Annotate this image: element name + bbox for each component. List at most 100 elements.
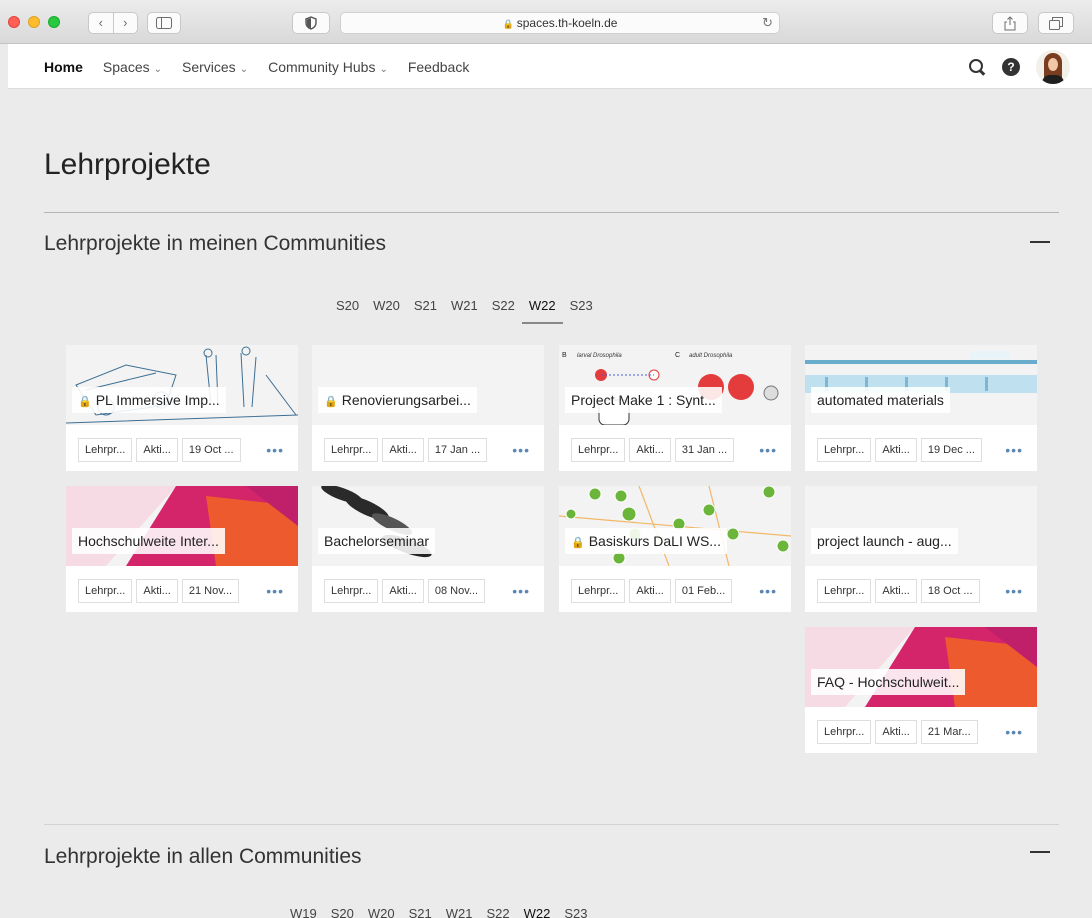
nav-feedback[interactable]: Feedback: [408, 59, 469, 75]
nav-spaces[interactable]: Spaces ⌄: [103, 59, 162, 75]
nav-services[interactable]: Services ⌄: [182, 59, 248, 75]
diagram-image: Blarval Drosophila Cadult Drosophila: [562, 352, 779, 425]
address-bar[interactable]: 🔒 spaces.th-koeln.de ↻: [340, 12, 780, 34]
card-title-text: Hochschulweite Inter...: [78, 533, 219, 549]
tab-s22[interactable]: S22: [485, 298, 522, 324]
back-button[interactable]: ‹: [89, 13, 113, 33]
card-title-text: PL Immersive Imp...: [95, 392, 220, 408]
tab-s20[interactable]: S20: [329, 298, 366, 324]
card-tag-date: 08 Nov...: [427, 579, 486, 603]
figure-caption-adult: adult Drosophila: [689, 353, 733, 359]
more-options-icon[interactable]: •••: [512, 584, 530, 598]
card-tag-status: Akti...: [875, 720, 917, 744]
card-title[interactable]: 🔒 PL Immersive Imp...: [72, 387, 226, 413]
card-title[interactable]: automated materials: [811, 387, 950, 413]
tab-w22[interactable]: W22: [517, 906, 558, 918]
more-options-icon[interactable]: •••: [512, 443, 530, 457]
minimize-window-button[interactable]: [28, 16, 40, 28]
more-options-icon[interactable]: •••: [1005, 584, 1023, 598]
tab-w19[interactable]: W19: [283, 906, 324, 918]
tab-overview-button[interactable]: [1038, 12, 1074, 34]
collapse-icon[interactable]: [1030, 851, 1050, 853]
card-tags: Lehrpr... Akti... 08 Nov...: [324, 579, 486, 603]
help-icon[interactable]: ?: [1002, 57, 1020, 76]
reload-icon[interactable]: ↻: [762, 13, 773, 33]
tab-w21[interactable]: W21: [444, 298, 485, 324]
more-options-icon[interactable]: •••: [266, 584, 284, 598]
card-tag-date: 18 Oct ...: [920, 579, 980, 603]
card-title-text: Basiskurs DaLI WS...: [588, 533, 721, 549]
card-title-text: Renovierungsarbei...: [341, 392, 471, 408]
window-controls: [8, 16, 60, 28]
card-title[interactable]: Bachelorseminar: [318, 528, 436, 554]
card-tag-date: 31 Jan ...: [674, 438, 735, 462]
card-thumbnail: [312, 486, 544, 566]
project-card[interactable]: Hochschulweite Inter... Lehrpr... Akti... 2…: [66, 486, 298, 612]
project-card[interactable]: 🔒 PL Immersive Imp... Lehrpr... Akti... 19 O…: [66, 345, 298, 471]
card-tag-type: Lehrpr...: [78, 579, 133, 603]
share-button[interactable]: [992, 12, 1028, 34]
project-card[interactable]: 🔒 Renovierungsarbei... Lehrpr... Akti... 17 …: [312, 345, 544, 471]
card-title[interactable]: 🔒 Basiskurs DaLI WS...: [565, 528, 727, 554]
project-card[interactable]: project launch - aug... Lehrpr... Akti... 1…: [805, 486, 1037, 612]
nav-home[interactable]: Home: [44, 59, 83, 75]
tab-s21[interactable]: S21: [407, 298, 444, 324]
card-tags: Lehrpr... Akti... 18 Oct ...: [817, 579, 980, 603]
privacy-report-button[interactable]: [292, 12, 330, 34]
close-window-button[interactable]: [8, 16, 20, 28]
card-title[interactable]: FAQ - Hochschulweit...: [811, 669, 966, 695]
browser-toolbar: ‹ › 🔒 spaces.th-koeln.de ↻: [0, 0, 1092, 44]
tab-w20[interactable]: W20: [361, 906, 402, 918]
more-options-icon[interactable]: •••: [1005, 725, 1023, 739]
card-title-text: project launch - aug...: [817, 533, 952, 549]
figure-letter-b: B: [562, 352, 567, 359]
pattern-image: [805, 627, 1037, 707]
share-icon: [1004, 15, 1016, 30]
tab-w21[interactable]: W21: [439, 906, 480, 918]
tab-s23[interactable]: S23: [563, 298, 600, 324]
card-title-text: Bachelorseminar: [324, 533, 430, 549]
project-card[interactable]: Blarval Drosophila Cadult Drosophila Proje…: [559, 345, 791, 471]
collapse-icon[interactable]: [1030, 241, 1050, 243]
search-icon[interactable]: [968, 58, 986, 76]
card-tag-status: Akti...: [875, 438, 917, 462]
project-card[interactable]: FAQ - Hochschulweit... Lehrpr... Akti... 21…: [805, 627, 1037, 753]
card-title[interactable]: project launch - aug...: [811, 528, 958, 554]
card-tag-type: Lehrpr...: [817, 579, 872, 603]
more-options-icon[interactable]: •••: [1005, 443, 1023, 457]
zoom-window-button[interactable]: [48, 16, 60, 28]
card-tag-date: 21 Nov...: [181, 579, 240, 603]
card-tag-status: Akti...: [136, 438, 178, 462]
section-title-all-communities: Lehrprojekte in allen Communities: [44, 845, 362, 868]
card-tag-date: 19 Dec ...: [920, 438, 982, 462]
nav-community-hubs-label: Community Hubs: [268, 58, 376, 75]
card-title[interactable]: Project Make 1 : Synt...: [565, 387, 722, 413]
card-title-text: automated materials: [817, 392, 944, 408]
card-tag-type: Lehrpr...: [324, 579, 379, 603]
card-title[interactable]: Hochschulweite Inter...: [72, 528, 225, 554]
card-tag-status: Akti...: [136, 579, 178, 603]
tab-s20[interactable]: S20: [324, 906, 361, 918]
more-options-icon[interactable]: •••: [759, 584, 777, 598]
forward-button[interactable]: ›: [114, 13, 138, 33]
card-thumbnail: [559, 486, 791, 566]
nav-community-hubs[interactable]: Community Hubs ⌄: [268, 59, 388, 75]
tab-w22[interactable]: W22: [521, 298, 563, 324]
project-card[interactable]: 🔒 Basiskurs DaLI WS... Lehrpr... Akti... 01 …: [559, 486, 791, 612]
tab-s22[interactable]: S22: [479, 906, 516, 918]
semester-tabs-all: W19 S20 W20 S21 W21 S22 W22 S23: [283, 906, 595, 918]
sidebar-toggle-button[interactable]: [147, 12, 181, 34]
tab-s21[interactable]: S21: [402, 906, 439, 918]
card-title[interactable]: 🔒 Renovierungsarbei...: [318, 387, 477, 413]
tab-s23[interactable]: S23: [557, 906, 594, 918]
card-tags: Lehrpr... Akti... 17 Jan ...: [324, 438, 488, 462]
card-thumbnail: [805, 486, 1037, 566]
tab-w20[interactable]: W20: [366, 298, 407, 324]
more-options-icon[interactable]: •••: [266, 443, 284, 457]
project-card[interactable]: automated materials Lehrpr... Akti... 19 De…: [805, 345, 1037, 471]
lock-icon: 🔒: [502, 19, 514, 29]
more-options-icon[interactable]: •••: [759, 443, 777, 457]
project-card[interactable]: Bachelorseminar Lehrpr... Akti... 08 Nov...…: [312, 486, 544, 612]
avatar[interactable]: [1036, 49, 1070, 84]
card-tags: Lehrpr... Akti... 21 Mar...: [817, 720, 978, 744]
